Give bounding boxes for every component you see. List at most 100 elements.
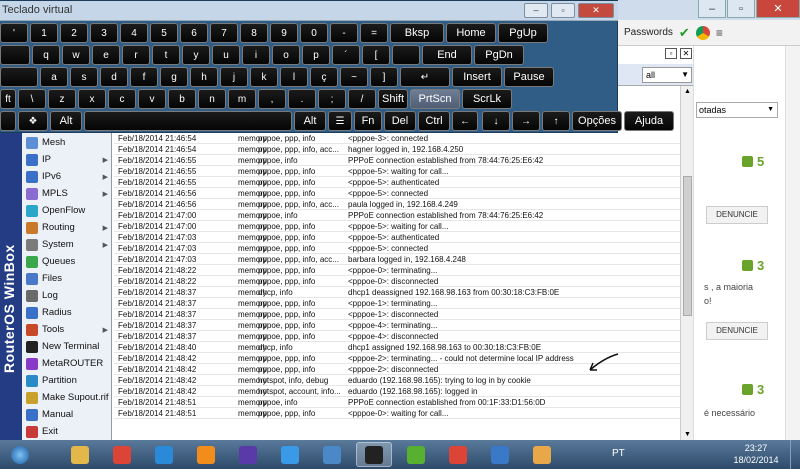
table-row[interactable]: Feb/18/2014 21:48:37 memory pppoe, ppp, in…: [114, 309, 680, 320]
chrome-menu-icon[interactable]: ≡: [716, 26, 723, 40]
key-8[interactable]: 8: [240, 23, 268, 43]
webpage-scrollbar[interactable]: [785, 46, 800, 440]
key-x47[interactable]: /: [348, 89, 376, 109]
table-row[interactable]: Feb/18/2014 21:47:00 memory pppoe, info PPP…: [114, 210, 680, 221]
key-l[interactable]: l: [280, 67, 308, 87]
key-Alt[interactable]: Alt: [50, 111, 82, 131]
maximize-icon[interactable]: ▫: [727, 0, 755, 18]
sidebar-item-mesh[interactable]: Mesh: [22, 134, 112, 151]
key-blank[interactable]: ❖: [18, 111, 48, 131]
close-icon[interactable]: ✕: [756, 0, 800, 18]
taskbar-app[interactable]: [62, 442, 98, 467]
table-row[interactable]: Feb/18/2014 21:48:51 memory pppoe, info PPP…: [114, 397, 680, 408]
key-x46[interactable]: .: [288, 89, 316, 109]
table-row[interactable]: Feb/18/2014 21:46:56 memory pppoe, ppp, in…: [114, 188, 680, 199]
sidebar-item-new-terminal[interactable]: New Terminal: [22, 338, 112, 355]
taskbar-app[interactable]: [146, 442, 182, 467]
show-desktop-button[interactable]: [790, 440, 800, 469]
taskbar-app[interactable]: [398, 442, 434, 467]
key-h[interactable]: h: [190, 67, 218, 87]
key-f[interactable]: f: [130, 67, 158, 87]
restore-icon[interactable]: ▫: [665, 48, 677, 59]
sidebar-item-log[interactable]: Log: [22, 287, 112, 304]
key-r[interactable]: r: [122, 45, 150, 65]
key-Insert[interactable]: Insert: [452, 67, 502, 87]
key-x91[interactable]: [: [362, 45, 390, 65]
key-blank[interactable]: [392, 45, 420, 65]
denuncie-button[interactable]: DENUNCIE: [706, 206, 768, 224]
passwords-label[interactable]: Passwords: [624, 27, 673, 38]
key-c[interactable]: c: [108, 89, 136, 109]
key-blank[interactable]: ↵: [400, 67, 450, 87]
key-x93[interactable]: ]: [370, 67, 398, 87]
table-row[interactable]: Feb/18/2014 21:48:37 memory pppoe, ppp, in…: [114, 331, 680, 342]
key-Shift[interactable]: Shift: [378, 89, 408, 109]
key-blank[interactable]: ☰: [328, 111, 352, 131]
key-blank[interactable]: [0, 45, 30, 65]
key-2[interactable]: 2: [60, 23, 88, 43]
sidebar-item-routing[interactable]: Routing ▶: [22, 219, 112, 236]
key-6[interactable]: 6: [180, 23, 208, 43]
key-Fn[interactable]: Fn: [354, 111, 382, 131]
denuncie-button[interactable]: DENUNCIE: [706, 322, 768, 340]
key-x180[interactable]: ´: [332, 45, 360, 65]
sidebar-item-files[interactable]: Files: [22, 270, 112, 287]
table-row[interactable]: Feb/18/2014 21:46:56 memory pppoe, ppp, in…: [114, 199, 680, 210]
key-z[interactable]: z: [48, 89, 76, 109]
taskbar-app[interactable]: [272, 442, 308, 467]
taskbar-app[interactable]: [188, 442, 224, 467]
maximize-icon[interactable]: ▫: [551, 3, 575, 18]
sidebar-item-radius[interactable]: Radius: [22, 304, 112, 321]
taskbar-app[interactable]: [356, 442, 392, 467]
table-row[interactable]: Feb/18/2014 21:46:54 memory pppoe, ppp, in…: [114, 133, 680, 144]
table-row[interactable]: Feb/18/2014 21:48:37 memory dhcp, info dhcp…: [114, 287, 680, 298]
key-End[interactable]: End: [422, 45, 472, 65]
table-row[interactable]: Feb/18/2014 21:48:37 memory pppoe, ppp, in…: [114, 298, 680, 309]
taskbar-app[interactable]: [230, 442, 266, 467]
sidebar-item-make-supout-rif[interactable]: Make Supout.rif: [22, 389, 112, 406]
key-n[interactable]: n: [198, 89, 226, 109]
key-t[interactable]: t: [152, 45, 180, 65]
key-Bksp[interactable]: Bksp: [390, 23, 444, 43]
key-0[interactable]: 0: [300, 23, 328, 43]
key-3[interactable]: 3: [90, 23, 118, 43]
key-x[interactable]: x: [78, 89, 106, 109]
key-blank[interactable]: [0, 67, 38, 87]
close-icon[interactable]: ✕: [578, 3, 614, 18]
sidebar-item-openflow[interactable]: OpenFlow: [22, 202, 112, 219]
sidebar-item-manual[interactable]: Manual: [22, 406, 112, 423]
table-row[interactable]: Feb/18/2014 21:46:55 memory pppoe, ppp, in…: [114, 166, 680, 177]
table-row[interactable]: Feb/18/2014 21:47:00 memory pppoe, ppp, in…: [114, 221, 680, 232]
scroll-thumb[interactable]: [683, 176, 692, 316]
table-row[interactable]: Feb/18/2014 21:47:03 memory pppoe, ppp, in…: [114, 254, 680, 265]
table-row[interactable]: Feb/18/2014 21:47:03 memory pppoe, ppp, in…: [114, 232, 680, 243]
key-w[interactable]: w: [62, 45, 90, 65]
key-x61[interactable]: =: [360, 23, 388, 43]
key-x44[interactable]: ,: [258, 89, 286, 109]
clock[interactable]: 23:27 18/02/2014: [728, 442, 784, 466]
key-ç[interactable]: ç: [310, 67, 338, 87]
key-p[interactable]: p: [302, 45, 330, 65]
language-indicator[interactable]: PT: [612, 448, 625, 459]
key-y[interactable]: y: [182, 45, 210, 65]
sidebar-item-metarouter[interactable]: MetaROUTER: [22, 355, 112, 372]
key-i[interactable]: i: [242, 45, 270, 65]
sidebar-item-exit[interactable]: Exit: [22, 423, 112, 440]
key-q[interactable]: q: [32, 45, 60, 65]
table-row[interactable]: Feb/18/2014 21:48:42 memory hotspot, accou…: [114, 386, 680, 397]
key-4[interactable]: 4: [120, 23, 148, 43]
table-row[interactable]: Feb/18/2014 21:48:22 memory pppoe, ppp, in…: [114, 265, 680, 276]
key-Ajuda[interactable]: Ajuda: [624, 111, 674, 131]
table-row[interactable]: Feb/18/2014 21:48:22 memory pppoe, ppp, in…: [114, 276, 680, 287]
key-ScrLk[interactable]: ScrLk: [462, 89, 512, 109]
scroll-up-icon[interactable]: ▲: [684, 88, 691, 95]
key-Del[interactable]: Del: [384, 111, 416, 131]
start-button[interactable]: [2, 442, 38, 467]
key-Pause[interactable]: Pause: [504, 67, 554, 87]
sidebar-item-ip[interactable]: IP ▶: [22, 151, 112, 168]
table-row[interactable]: Feb/18/2014 21:48:37 memory pppoe, ppp, in…: [114, 320, 680, 331]
key-b[interactable]: b: [168, 89, 196, 109]
key-s[interactable]: s: [70, 67, 98, 87]
key-PgDn[interactable]: PgDn: [474, 45, 524, 65]
key-Ctrl[interactable]: Ctrl: [418, 111, 450, 131]
